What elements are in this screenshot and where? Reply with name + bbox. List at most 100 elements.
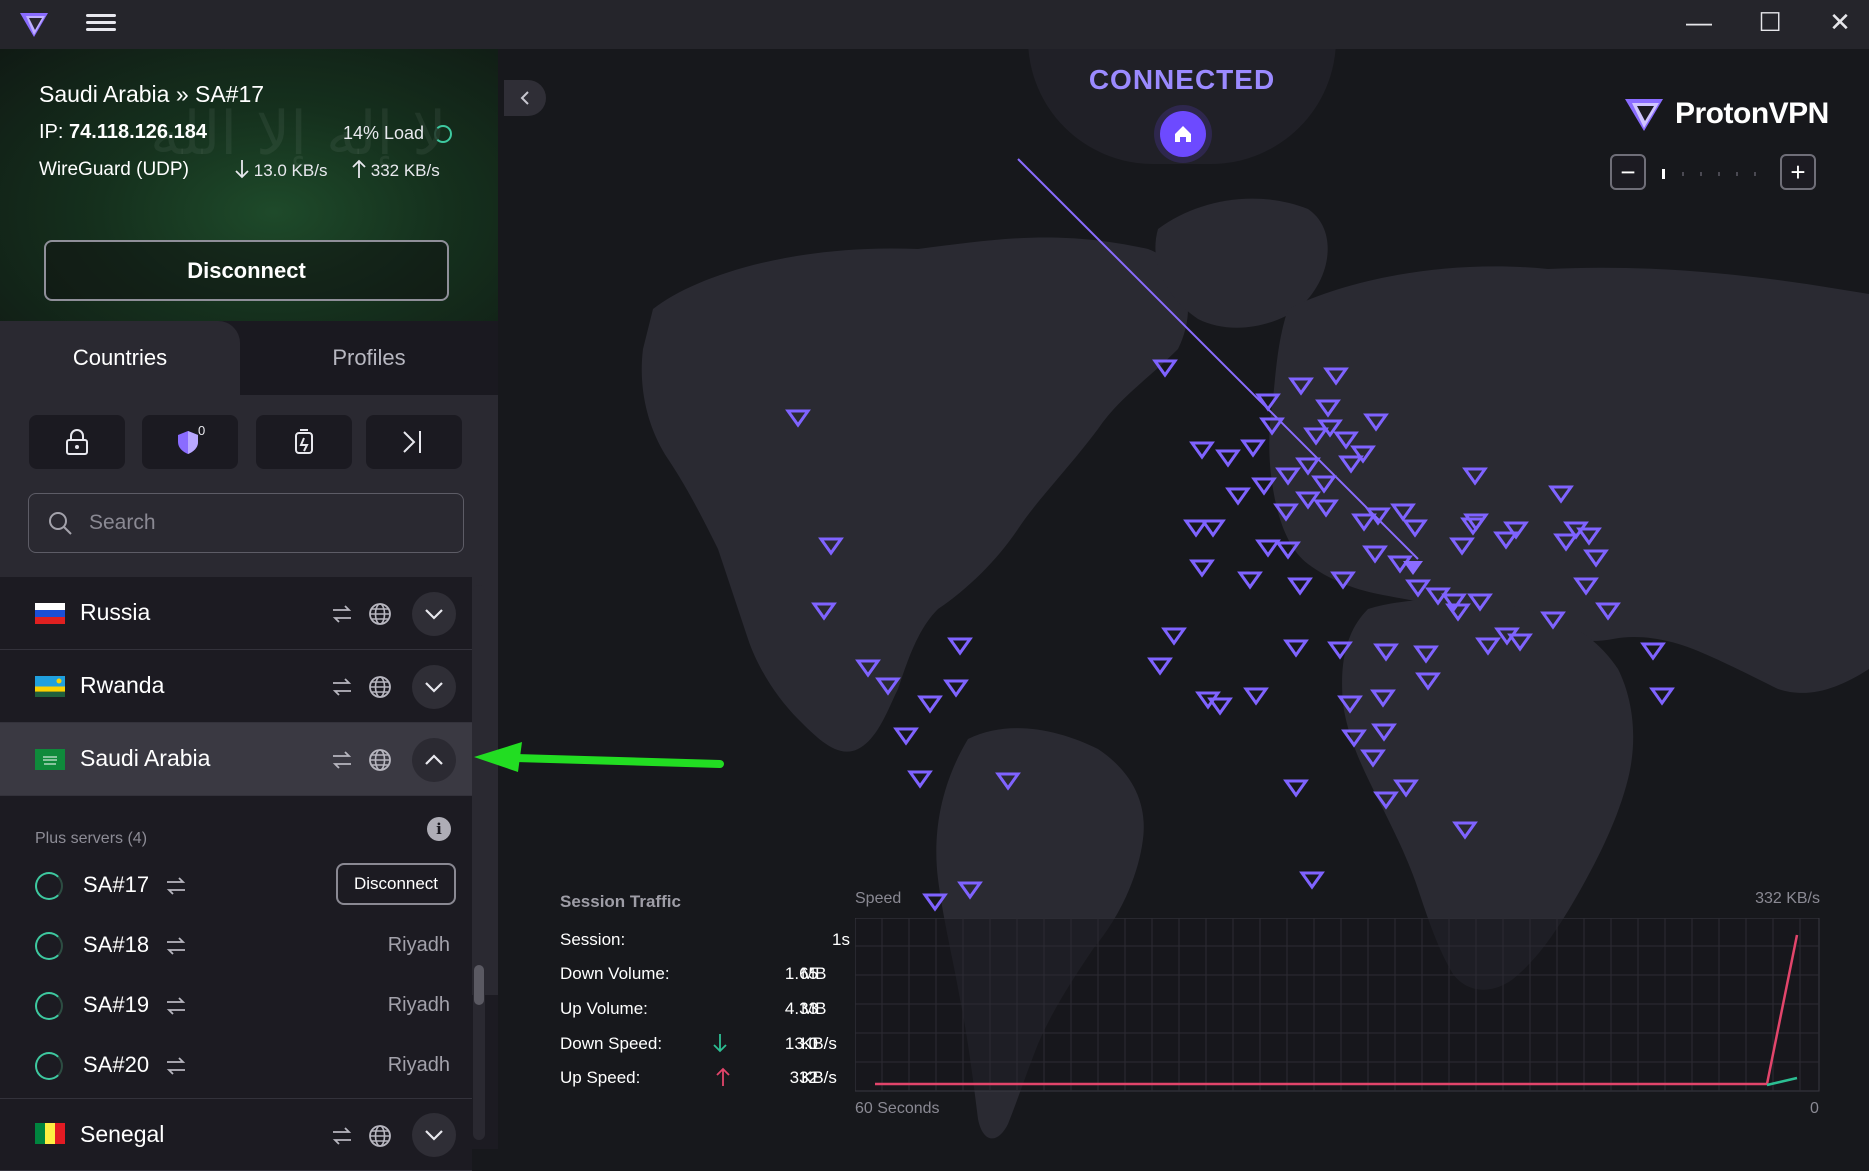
speed-graph-max: 332 KB/s (1755, 890, 1820, 907)
chevron-down-icon (425, 609, 443, 620)
globe-icon (369, 603, 391, 625)
chevron-down-icon (425, 682, 443, 693)
killswitch-icon (295, 429, 313, 454)
server-row-sa17[interactable]: SA#17 Disconnect (0, 856, 472, 916)
up-volume-unit: MB (801, 999, 827, 1018)
server-city: Riyadh (387, 994, 450, 1016)
country-row-senegal[interactable]: Senegal (0, 1098, 472, 1171)
expand-button[interactable] (412, 665, 456, 709)
server-row-sa18[interactable]: SA#18 Riyadh (0, 916, 472, 976)
country-name: Rwanda (80, 672, 165, 698)
arrow-up-icon (352, 159, 366, 178)
expand-button[interactable] (412, 1113, 456, 1157)
senegal-flag-icon (35, 1123, 65, 1144)
ip-address: IP: 74.118.126.184 (39, 121, 207, 144)
tab-profiles[interactable]: Profiles (240, 321, 498, 395)
server-city: Riyadh (387, 934, 450, 956)
down-volume-unit: MB (801, 964, 827, 983)
load-ring-icon (35, 992, 63, 1020)
arrow-down-icon (235, 160, 249, 179)
protonvpn-logo-icon (20, 13, 48, 37)
session-label: Session: (560, 930, 626, 949)
maximize-button[interactable]: ☐ (1735, 0, 1805, 45)
country-row-saudi-arabia[interactable]: Saudi Arabia (0, 723, 472, 796)
p2p-icon (332, 605, 352, 623)
brand-name: ProtonVPN (1675, 97, 1829, 130)
globe-icon (369, 676, 391, 698)
netshield-button[interactable]: 0 (142, 415, 238, 469)
collapse-button[interactable] (412, 738, 456, 782)
load-ring-icon (35, 932, 63, 960)
expand-button[interactable] (412, 592, 456, 636)
p2p-icon (332, 678, 352, 696)
connection-status: CONNECTED (1088, 64, 1276, 95)
speed-graph (855, 918, 1820, 1092)
server-row-sa19[interactable]: SA#19 Riyadh (0, 976, 472, 1036)
port-forwarding-button[interactable] (366, 415, 462, 469)
load-text: 14% Load (343, 123, 425, 143)
brand: ProtonVPN (1623, 95, 1829, 133)
list-scrollbar-thumb[interactable] (474, 965, 484, 1005)
session-traffic-panel: Session Traffic Session: 1s Down Volume:… (540, 880, 860, 1100)
zoom-in-button[interactable]: + (1780, 154, 1816, 190)
globe-icon (369, 1125, 391, 1147)
search-placeholder: Search (89, 511, 156, 534)
split-tunnel-icon (403, 431, 421, 453)
home-pin[interactable] (1160, 111, 1206, 157)
connection-panel: لا إله إلا الله Saudi Arabia » SA#17 IP:… (0, 49, 498, 321)
minimize-button[interactable]: — (1664, 0, 1734, 45)
hamburger-menu-icon[interactable] (86, 10, 116, 38)
tab-countries[interactable]: Countries (0, 321, 240, 395)
server-name: SA#18 (83, 932, 150, 957)
plus-servers-header: Plus servers (4) (35, 830, 148, 847)
globe-icon (369, 749, 391, 771)
server-name: SA#20 (83, 1052, 150, 1077)
chevron-down-icon (425, 1130, 443, 1141)
p2p-icon (332, 751, 352, 769)
country-name: Saudi Arabia (80, 745, 211, 771)
up-speed-label: Up Speed: (560, 1068, 641, 1087)
home-icon (1175, 126, 1191, 142)
p2p-icon (166, 997, 186, 1015)
speed-graph-label: Speed (855, 890, 902, 907)
connected-location: Saudi Arabia » SA#17 (39, 81, 265, 107)
lock-icon (66, 429, 88, 455)
chevron-up-icon (425, 754, 443, 765)
annotation-arrow (474, 742, 724, 772)
ip-value: 74.118.126.184 (69, 121, 207, 143)
zoom-controls: − + (1610, 154, 1820, 194)
p2p-icon (332, 1127, 352, 1145)
session-traffic-title: Session Traffic (560, 892, 681, 911)
saudi-arabia-flag-icon (35, 749, 65, 770)
disconnect-button[interactable]: Disconnect (44, 240, 449, 301)
title-bar: — ☐ ✕ (0, 0, 1869, 49)
server-row-sa20[interactable]: SA#20 Riyadh (0, 1036, 472, 1096)
collapse-sidebar-button[interactable] (504, 80, 546, 116)
russia-flag-icon (35, 603, 65, 624)
server-name: SA#19 (83, 992, 150, 1017)
rwanda-flag-icon (35, 676, 65, 697)
down-volume-label: Down Volume: (560, 964, 670, 983)
search-input[interactable]: Search (28, 493, 464, 553)
p2p-icon (166, 1057, 186, 1075)
up-speed-unit: KB/s (801, 1068, 837, 1087)
arrow-up-icon (716, 1067, 730, 1086)
sidebar-tabs: Countries Profiles (0, 321, 498, 395)
country-row-rwanda[interactable]: Rwanda (0, 650, 472, 723)
protonvpn-logo-icon (1625, 99, 1663, 131)
killswitch-button[interactable] (256, 415, 352, 469)
country-row-russia[interactable]: Russia (0, 577, 472, 650)
list-scrollbar[interactable] (473, 585, 485, 1140)
arrow-down-icon (713, 1034, 727, 1053)
close-button[interactable]: ✕ (1805, 0, 1869, 45)
load-ring-icon (434, 124, 453, 143)
server-disconnect-button[interactable]: Disconnect (336, 863, 456, 905)
info-icon[interactable]: i (427, 817, 451, 841)
server-name: SA#17 (83, 872, 150, 897)
zoom-slider[interactable] (1662, 166, 1772, 180)
secure-core-button[interactable] (29, 415, 125, 469)
netshield-count: 0 (198, 423, 206, 438)
zoom-out-button[interactable]: − (1610, 154, 1646, 190)
chevron-left-icon (520, 91, 529, 105)
country-name: Senegal (80, 1121, 165, 1147)
